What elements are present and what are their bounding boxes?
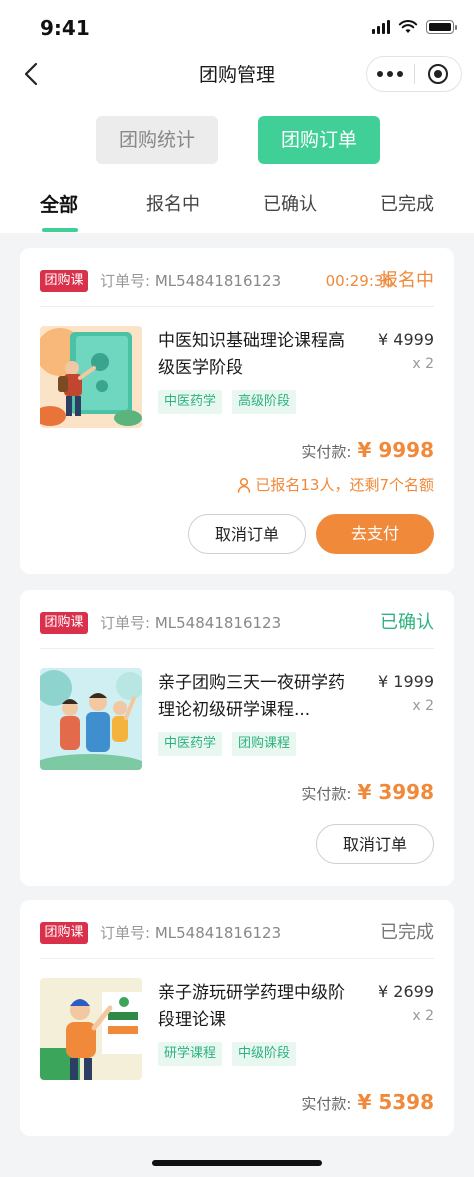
paid-label: 实付款: [301,785,352,803]
course-tags: 研学课程 中级阶段 [158,1042,297,1066]
tab-confirmed[interactable]: 已确认 [263,190,317,216]
cancel-order-button[interactable]: 取消订单 [188,514,306,554]
order-number-value: ML54841816123 [154,272,282,290]
course-tags: 中医药学 团购课程 [158,732,297,756]
wifi-icon [398,20,418,33]
order-number-label: 订单号: [100,272,151,290]
tab-registering[interactable]: 报名中 [146,190,200,216]
course-tag: 中医药学 [158,732,223,756]
enrollment-hint: 已报名13人，还剩7个名额 [237,474,434,495]
paid-amount-row: 实付款: ¥ 3998 [301,780,434,804]
order-number: 订单号: ML54841816123 [100,612,281,634]
status-icons [372,20,457,34]
paid-amount: ¥ 9998 [357,438,434,462]
course-thumbnail[interactable] [40,326,142,428]
group-course-badge: 团购课 [40,270,88,292]
order-number-label: 订单号: [100,614,151,632]
course-title[interactable]: 亲子游玩研学药理中级阶段理论课 [158,980,358,1034]
group-course-badge: 团购课 [40,612,88,634]
segment-group-stats[interactable]: 团购统计 [96,116,218,164]
paid-amount-row: 实付款: ¥ 9998 [301,438,434,462]
order-card: 团购课 订单号: ML54841816123 已完成 亲子游玩研学药理中级阶段理… [20,900,454,1136]
segment-group-orders[interactable]: 团购订单 [258,116,380,164]
course-tag: 中级阶段 [232,1042,297,1066]
quantity: x 2 [412,1008,434,1024]
signal-icon [372,20,390,34]
more-dots-icon[interactable] [367,71,414,77]
course-title[interactable]: 亲子团购三天一夜研学药理论初级研学课程... [158,670,358,724]
course-tag: 研学课程 [158,1042,223,1066]
paid-amount: ¥ 5398 [357,1090,434,1114]
order-status-tabs: 全部 报名中 已确认 已完成 [0,190,474,232]
tab-completed[interactable]: 已完成 [380,190,434,216]
quantity: x 2 [412,356,434,372]
course-title[interactable]: 中医知识基础理论课程高级医学阶段 [158,328,358,382]
paid-amount-row: 实付款: ¥ 5398 [301,1090,434,1114]
tab-all[interactable]: 全部 [40,190,78,217]
home-indicator [152,1160,322,1166]
order-number: 订单号: ML54841816123 [100,270,281,292]
course-tag: 中医药学 [158,390,223,414]
order-status: 已完成 [380,922,434,943]
order-number-label: 订单号: [100,924,151,942]
person-icon [238,477,251,493]
course-tag: 高级阶段 [232,390,297,414]
battery-icon [426,20,457,34]
cancel-order-button[interactable]: 取消订单 [316,824,434,864]
target-icon[interactable] [414,63,461,85]
status-time: 9:41 [40,16,90,40]
course-tag: 团购课程 [232,732,297,756]
order-card: 团购课 订单号: ML54841816123 00:29:36 报名中 中医知识… [20,248,454,574]
tab-indicator [42,228,78,232]
order-status: 已确认 [380,612,434,633]
card-divider [40,306,434,307]
unit-price: ¥ 4999 [378,330,434,349]
mini-program-capsule [366,56,462,92]
paid-label: 实付款: [301,443,352,461]
course-thumbnail[interactable] [40,978,142,1080]
card-divider [40,958,434,959]
group-course-badge: 团购课 [40,922,88,944]
paid-label: 实付款: [301,1095,352,1113]
pay-button[interactable]: 去支付 [316,514,434,554]
nav-bar: 团购管理 [0,54,474,94]
paid-amount: ¥ 3998 [357,780,434,804]
course-tags: 中医药学 高级阶段 [158,390,297,414]
header-area: 9:41 团购管理 团购统计 团购订单 全部 报名中 已确认 已完成 [0,0,474,233]
order-card: 团购课 订单号: ML54841816123 已确认 亲子团购三天一夜研学药理论… [20,590,454,886]
unit-price: ¥ 2699 [378,982,434,1001]
order-status: 报名中 [380,270,434,291]
course-thumbnail[interactable] [40,668,142,770]
order-number-value: ML54841816123 [154,614,282,632]
order-number: 订单号: ML54841816123 [100,922,281,944]
order-number-value: ML54841816123 [154,924,282,942]
card-divider [40,648,434,649]
unit-price: ¥ 1999 [378,672,434,691]
enrollment-hint-text: 已报名13人，还剩7个名额 [255,476,434,494]
quantity: x 2 [412,698,434,714]
status-bar: 9:41 [0,0,474,54]
